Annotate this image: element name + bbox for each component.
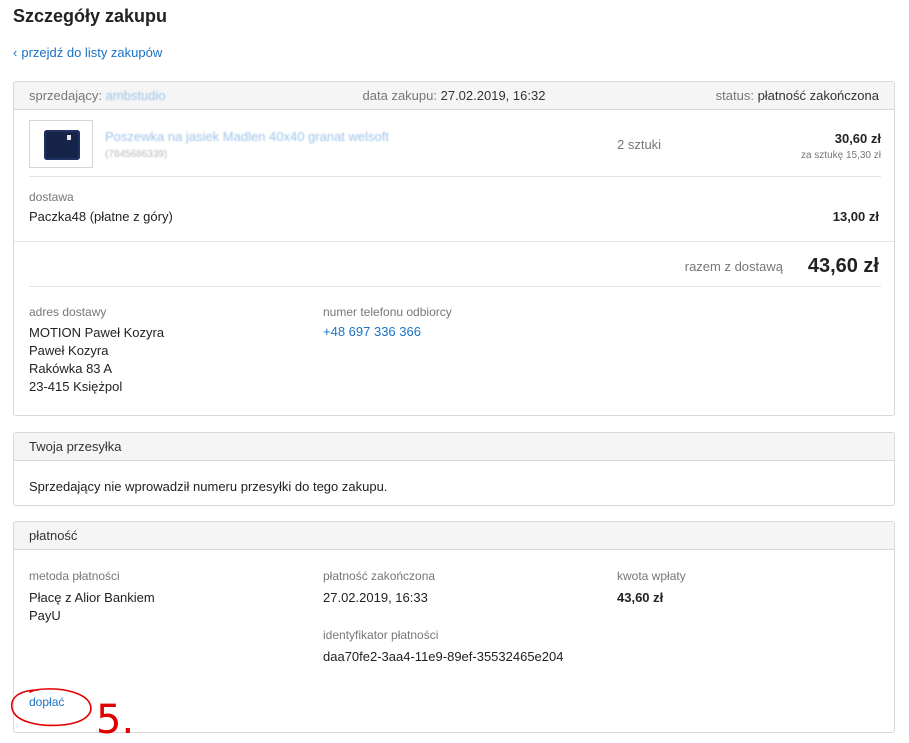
- payment-completed-label: płatność zakończona: [323, 569, 436, 583]
- status-label: status:: [715, 88, 754, 103]
- shipment-card: Twoja przesyłka Sprzedający nie wprowadz…: [13, 432, 895, 506]
- address-line: Rakówka 83 A: [29, 361, 113, 376]
- shipping-label: dostawa: [29, 190, 74, 204]
- payment-method-line: PayU: [29, 608, 61, 623]
- payment-card-header: płatność: [14, 522, 894, 550]
- chevron-left-icon: ‹: [13, 45, 18, 60]
- shipping-method: Paczka48 (płatne z góry): [29, 209, 173, 224]
- total-value: 43,60 zł: [807, 255, 879, 277]
- annotation-number: 5.: [96, 697, 135, 743]
- product-name-link[interactable]: Poszewka na jasiek Madlen 40x40 granat w…: [105, 129, 389, 144]
- date-value: 27.02.2019, 16:32: [440, 88, 546, 103]
- shipment-message: Sprzedający nie wprowadził numeru przesy…: [29, 479, 388, 494]
- divider: [29, 286, 881, 287]
- payment-method: metoda płatności Płacę z Alior Bankiem P…: [29, 569, 155, 625]
- product-unit-price: za sztukę 15,30 zł: [800, 150, 881, 161]
- address-label: adres dostawy: [29, 305, 107, 319]
- purchase-date: data zakupu: 27.02.2019, 16:32: [312, 88, 595, 103]
- phone-link[interactable]: +48 697 336 366: [323, 324, 421, 339]
- payment-card: płatność metoda płatności Płacę z Alior …: [13, 521, 895, 733]
- product-price: 30,60 zł: [834, 131, 881, 146]
- address-line: 23-415 Księżpol: [29, 379, 123, 394]
- payment-method-line: Płacę z Alior Bankiem: [29, 590, 155, 605]
- product-thumbnail[interactable]: [29, 120, 93, 168]
- address-line: Paweł Kozyra: [29, 343, 109, 358]
- payment-title: płatność: [29, 528, 78, 543]
- back-link-label: przejdź do listy zakupów: [21, 45, 163, 60]
- payment-amount-label: kwota wpłaty: [617, 569, 686, 583]
- product-id: (7845686339): [105, 149, 168, 160]
- pillow-image: [44, 130, 80, 160]
- seller-name-link[interactable]: ambstudio: [106, 88, 166, 103]
- seller-info: sprzedający: ambstudio: [29, 88, 312, 103]
- shipment-title: Twoja przesyłka: [29, 439, 122, 454]
- address-line: MOTION Paweł Kozyra: [29, 325, 165, 340]
- page-title: Szczegóły zakupu: [13, 6, 168, 26]
- back-to-purchases-link[interactable]: ‹ przejdź do listy zakupów: [13, 45, 162, 60]
- payment-amount: kwota wpłaty 43,60 zł: [617, 569, 686, 607]
- payment-id-value: daa70fe2-3aa4-11e9-89ef-35532465e204: [323, 649, 564, 664]
- product-row: Poszewka na jasiek Madlen 40x40 granat w…: [29, 120, 881, 176]
- product-quantity: 2 sztuki: [617, 137, 662, 152]
- shipment-card-header: Twoja przesyłka: [14, 433, 894, 461]
- status-value: płatność zakończona: [757, 88, 879, 103]
- divider: [14, 241, 894, 242]
- order-card: sprzedający: ambstudio data zakupu: 27.0…: [13, 81, 895, 416]
- payment-method-label: metoda płatności: [29, 569, 120, 583]
- payment-completed-date: 27.02.2019, 16:33: [323, 590, 428, 605]
- order-status: status: płatność zakończona: [596, 88, 879, 103]
- date-label: data zakupu:: [362, 88, 437, 103]
- payment-id-label: identyfikator płatności: [323, 628, 439, 642]
- payment-identifier: identyfikator płatności daa70fe2-3aa4-11…: [323, 628, 563, 666]
- order-card-header: sprzedający: ambstudio data zakupu: 27.0…: [14, 82, 894, 110]
- payment-completed: płatność zakończona 27.02.2019, 16:33: [323, 569, 435, 607]
- pay-more-link[interactable]: dopłać: [29, 695, 64, 709]
- payment-amount-value: 43,60 zł: [617, 590, 664, 605]
- seller-label: sprzedający:: [29, 88, 102, 103]
- delivery-address: MOTION Paweł Kozyra Paweł Kozyra Rakówka…: [29, 324, 164, 396]
- shipping-price: 13,00 zł: [832, 209, 879, 224]
- phone-label: numer telefonu odbiorcy: [323, 305, 452, 319]
- total-label: razem z dostawą: [684, 259, 783, 274]
- divider: [29, 176, 881, 177]
